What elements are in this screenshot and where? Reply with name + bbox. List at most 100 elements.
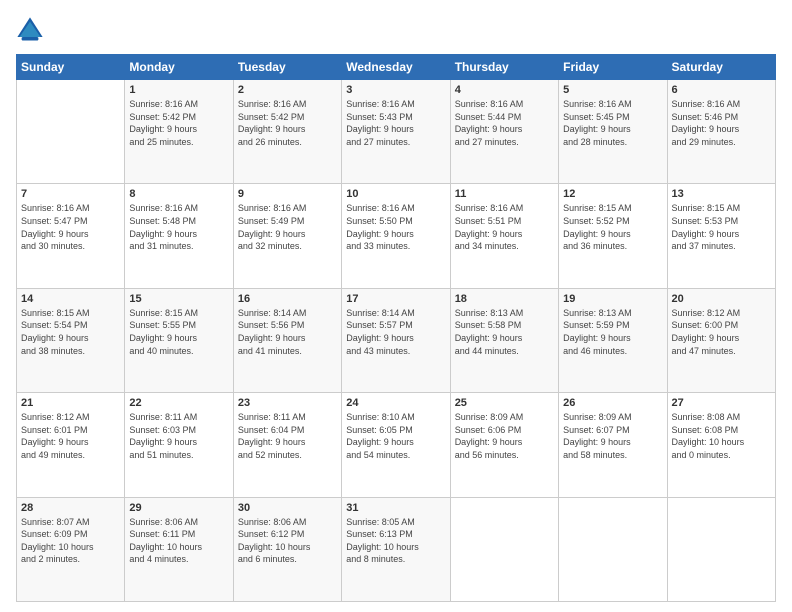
day-number: 13 bbox=[672, 188, 771, 200]
calendar-cell: 7 Sunrise: 8:16 AM Sunset: 5:47 PM Daylig… bbox=[17, 184, 125, 288]
logo bbox=[16, 16, 48, 44]
day-info: Sunrise: 8:09 AM Sunset: 6:07 PM Dayligh… bbox=[563, 411, 662, 461]
day-header-monday: Monday bbox=[125, 55, 233, 80]
day-info: Sunrise: 8:12 AM Sunset: 6:00 PM Dayligh… bbox=[672, 307, 771, 357]
day-number: 21 bbox=[21, 397, 120, 409]
day-info: Sunrise: 8:16 AM Sunset: 5:44 PM Dayligh… bbox=[455, 98, 554, 148]
week-row-4: 21 Sunrise: 8:12 AM Sunset: 6:01 PM Dayli… bbox=[17, 393, 776, 497]
day-info: Sunrise: 8:15 AM Sunset: 5:52 PM Dayligh… bbox=[563, 202, 662, 252]
calendar-cell: 17 Sunrise: 8:14 AM Sunset: 5:57 PM Dayli… bbox=[342, 288, 450, 392]
day-number: 30 bbox=[238, 502, 337, 514]
day-number: 17 bbox=[346, 293, 445, 305]
day-header-saturday: Saturday bbox=[667, 55, 775, 80]
day-info: Sunrise: 8:16 AM Sunset: 5:47 PM Dayligh… bbox=[21, 202, 120, 252]
calendar-cell bbox=[17, 80, 125, 184]
calendar-cell: 22Sunrise: 8:11 AM Sunset: 6:03 PM Dayli… bbox=[125, 393, 233, 497]
calendar-cell: 27 Sunrise: 8:08 AM Sunset: 6:08 PM Dayli… bbox=[667, 393, 775, 497]
day-info: Sunrise: 8:16 AM Sunset: 5:50 PM Dayligh… bbox=[346, 202, 445, 252]
day-info: Sunrise: 8:16 AM Sunset: 5:48 PM Dayligh… bbox=[129, 202, 228, 252]
week-row-5: 28 Sunrise: 8:07 AM Sunset: 6:09 PM Dayli… bbox=[17, 497, 776, 601]
calendar-cell bbox=[450, 497, 558, 601]
calendar-cell: 23 Sunrise: 8:11 AM Sunset: 6:04 PM Dayli… bbox=[233, 393, 341, 497]
day-info: Sunrise: 8:14 AM Sunset: 5:57 PM Dayligh… bbox=[346, 307, 445, 357]
calendar-cell: 4 Sunrise: 8:16 AM Sunset: 5:44 PM Daylig… bbox=[450, 80, 558, 184]
calendar-cell: 30 Sunrise: 8:06 AM Sunset: 6:12 PM Dayli… bbox=[233, 497, 341, 601]
day-number: 9 bbox=[238, 188, 337, 200]
day-number: 8 bbox=[129, 188, 228, 200]
calendar-cell: 10 Sunrise: 8:16 AM Sunset: 5:50 PM Dayli… bbox=[342, 184, 450, 288]
day-info: Sunrise: 8:11 AM Sunset: 6:04 PM Dayligh… bbox=[238, 411, 337, 461]
day-info: Sunrise: 8:16 AM Sunset: 5:43 PM Dayligh… bbox=[346, 98, 445, 148]
day-number: 1 bbox=[129, 84, 228, 96]
day-number: 5 bbox=[563, 84, 662, 96]
day-number: 20 bbox=[672, 293, 771, 305]
calendar-cell: 31Sunrise: 8:05 AM Sunset: 6:13 PM Dayli… bbox=[342, 497, 450, 601]
day-number: 19 bbox=[563, 293, 662, 305]
calendar-cell: 12Sunrise: 8:15 AM Sunset: 5:52 PM Dayli… bbox=[559, 184, 667, 288]
day-info: Sunrise: 8:12 AM Sunset: 6:01 PM Dayligh… bbox=[21, 411, 120, 461]
day-info: Sunrise: 8:10 AM Sunset: 6:05 PM Dayligh… bbox=[346, 411, 445, 461]
calendar-cell: 3Sunrise: 8:16 AM Sunset: 5:43 PM Daylig… bbox=[342, 80, 450, 184]
logo-icon bbox=[16, 16, 44, 44]
day-number: 28 bbox=[21, 502, 120, 514]
calendar-cell: 20 Sunrise: 8:12 AM Sunset: 6:00 PM Dayli… bbox=[667, 288, 775, 392]
day-header-tuesday: Tuesday bbox=[233, 55, 341, 80]
day-number: 15 bbox=[129, 293, 228, 305]
calendar-cell bbox=[667, 497, 775, 601]
week-row-1: 1 Sunrise: 8:16 AM Sunset: 5:42 PM Daylig… bbox=[17, 80, 776, 184]
calendar-cell: 11Sunrise: 8:16 AM Sunset: 5:51 PM Dayli… bbox=[450, 184, 558, 288]
day-info: Sunrise: 8:16 AM Sunset: 5:45 PM Dayligh… bbox=[563, 98, 662, 148]
calendar-cell: 25 Sunrise: 8:09 AM Sunset: 6:06 PM Dayli… bbox=[450, 393, 558, 497]
days-row: SundayMondayTuesdayWednesdayThursdayFrid… bbox=[17, 55, 776, 80]
day-info: Sunrise: 8:16 AM Sunset: 5:42 PM Dayligh… bbox=[129, 98, 228, 148]
day-number: 4 bbox=[455, 84, 554, 96]
calendar-cell: 8 Sunrise: 8:16 AM Sunset: 5:48 PM Daylig… bbox=[125, 184, 233, 288]
calendar-cell: 2Sunrise: 8:16 AM Sunset: 5:42 PM Daylig… bbox=[233, 80, 341, 184]
calendar-cell: 5 Sunrise: 8:16 AM Sunset: 5:45 PM Daylig… bbox=[559, 80, 667, 184]
calendar-cell: 26 Sunrise: 8:09 AM Sunset: 6:07 PM Dayli… bbox=[559, 393, 667, 497]
calendar-table: SundayMondayTuesdayWednesdayThursdayFrid… bbox=[16, 54, 776, 602]
day-info: Sunrise: 8:15 AM Sunset: 5:53 PM Dayligh… bbox=[672, 202, 771, 252]
calendar-cell: 14Sunrise: 8:15 AM Sunset: 5:54 PM Dayli… bbox=[17, 288, 125, 392]
day-info: Sunrise: 8:16 AM Sunset: 5:49 PM Dayligh… bbox=[238, 202, 337, 252]
week-row-2: 7 Sunrise: 8:16 AM Sunset: 5:47 PM Daylig… bbox=[17, 184, 776, 288]
calendar-header: SundayMondayTuesdayWednesdayThursdayFrid… bbox=[17, 55, 776, 80]
day-number: 7 bbox=[21, 188, 120, 200]
day-number: 23 bbox=[238, 397, 337, 409]
day-info: Sunrise: 8:06 AM Sunset: 6:12 PM Dayligh… bbox=[238, 516, 337, 566]
day-number: 18 bbox=[455, 293, 554, 305]
calendar-cell: 19Sunrise: 8:13 AM Sunset: 5:59 PM Dayli… bbox=[559, 288, 667, 392]
week-row-3: 14Sunrise: 8:15 AM Sunset: 5:54 PM Dayli… bbox=[17, 288, 776, 392]
calendar-cell: 15 Sunrise: 8:15 AM Sunset: 5:55 PM Dayli… bbox=[125, 288, 233, 392]
day-number: 10 bbox=[346, 188, 445, 200]
calendar-cell: 24Sunrise: 8:10 AM Sunset: 6:05 PM Dayli… bbox=[342, 393, 450, 497]
day-info: Sunrise: 8:07 AM Sunset: 6:09 PM Dayligh… bbox=[21, 516, 120, 566]
day-number: 14 bbox=[21, 293, 120, 305]
day-number: 27 bbox=[672, 397, 771, 409]
calendar-cell: 16 Sunrise: 8:14 AM Sunset: 5:56 PM Dayli… bbox=[233, 288, 341, 392]
day-info: Sunrise: 8:06 AM Sunset: 6:11 PM Dayligh… bbox=[129, 516, 228, 566]
calendar-cell: 13 Sunrise: 8:15 AM Sunset: 5:53 PM Dayli… bbox=[667, 184, 775, 288]
calendar-cell: 29 Sunrise: 8:06 AM Sunset: 6:11 PM Dayli… bbox=[125, 497, 233, 601]
day-number: 25 bbox=[455, 397, 554, 409]
day-header-thursday: Thursday bbox=[450, 55, 558, 80]
calendar-body: 1 Sunrise: 8:16 AM Sunset: 5:42 PM Daylig… bbox=[17, 80, 776, 602]
calendar-cell: 9 Sunrise: 8:16 AM Sunset: 5:49 PM Daylig… bbox=[233, 184, 341, 288]
calendar-cell bbox=[559, 497, 667, 601]
day-number: 26 bbox=[563, 397, 662, 409]
day-header-friday: Friday bbox=[559, 55, 667, 80]
day-info: Sunrise: 8:16 AM Sunset: 5:42 PM Dayligh… bbox=[238, 98, 337, 148]
calendar-cell: 18Sunrise: 8:13 AM Sunset: 5:58 PM Dayli… bbox=[450, 288, 558, 392]
day-info: Sunrise: 8:09 AM Sunset: 6:06 PM Dayligh… bbox=[455, 411, 554, 461]
day-info: Sunrise: 8:08 AM Sunset: 6:08 PM Dayligh… bbox=[672, 411, 771, 461]
day-number: 16 bbox=[238, 293, 337, 305]
day-info: Sunrise: 8:15 AM Sunset: 5:55 PM Dayligh… bbox=[129, 307, 228, 357]
day-header-sunday: Sunday bbox=[17, 55, 125, 80]
calendar-cell: 6Sunrise: 8:16 AM Sunset: 5:46 PM Daylig… bbox=[667, 80, 775, 184]
day-number: 31 bbox=[346, 502, 445, 514]
main-container: SundayMondayTuesdayWednesdayThursdayFrid… bbox=[0, 0, 792, 612]
day-number: 22 bbox=[129, 397, 228, 409]
day-number: 6 bbox=[672, 84, 771, 96]
day-number: 29 bbox=[129, 502, 228, 514]
day-info: Sunrise: 8:14 AM Sunset: 5:56 PM Dayligh… bbox=[238, 307, 337, 357]
